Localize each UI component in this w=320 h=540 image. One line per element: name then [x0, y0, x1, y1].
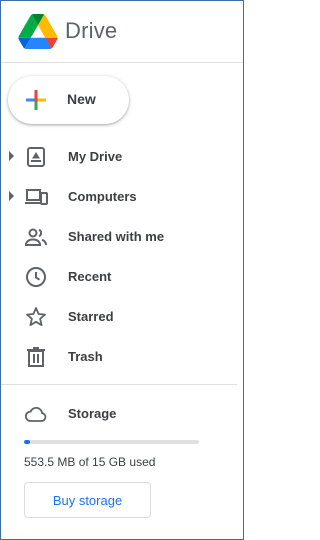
sidebar-item-starred[interactable]: Starred: [1, 297, 243, 337]
new-button[interactable]: New: [8, 76, 129, 124]
plus-icon: [26, 90, 46, 110]
sidebar-item-label: Recent: [68, 269, 112, 284]
cloud-icon: [25, 407, 47, 422]
sidebar-item-shared-with-me[interactable]: Shared with me: [1, 217, 243, 257]
trash-icon: [27, 347, 45, 367]
computers-icon: [25, 189, 48, 205]
header: Drive: [1, 1, 243, 63]
storage-progress-bar: [24, 440, 199, 444]
sidebar-item-label: Shared with me: [68, 229, 165, 244]
expand-caret-icon[interactable]: [9, 191, 14, 201]
sidebar-nav: My Drive Computers Shared with me Recent…: [1, 137, 243, 377]
sidebar-item-recent[interactable]: Recent: [1, 257, 243, 297]
sidebar-item-trash[interactable]: Trash: [1, 337, 243, 377]
sidebar-item-label: Computers: [68, 189, 137, 204]
divider: [1, 384, 237, 385]
sidebar-item-label: My Drive: [68, 149, 123, 164]
storage-usage-text: 553.5 MB of 15 GB used: [24, 455, 156, 469]
drive-sidebar-window: Drive New My Drive Computers Shared with…: [0, 0, 244, 540]
expand-caret-icon[interactable]: [9, 151, 14, 161]
star-icon: [26, 307, 46, 326]
new-button-label: New: [67, 91, 96, 107]
google-drive-logo-icon[interactable]: [18, 14, 58, 49]
sidebar-item-my-drive[interactable]: My Drive: [1, 137, 243, 177]
clock-icon: [26, 267, 46, 287]
storage-progress-fill: [24, 440, 31, 444]
app-title: Drive: [65, 18, 118, 43]
sidebar-item-label: Starred: [68, 309, 114, 324]
buy-storage-button[interactable]: Buy storage: [24, 482, 151, 518]
storage-label: Storage: [68, 406, 117, 421]
sidebar-item-label: Trash: [68, 349, 103, 364]
shared-with-me-icon: [24, 228, 47, 246]
sidebar-item-storage[interactable]: Storage: [1, 394, 243, 434]
sidebar-item-computers[interactable]: Computers: [1, 177, 243, 217]
my-drive-icon: [27, 147, 45, 167]
